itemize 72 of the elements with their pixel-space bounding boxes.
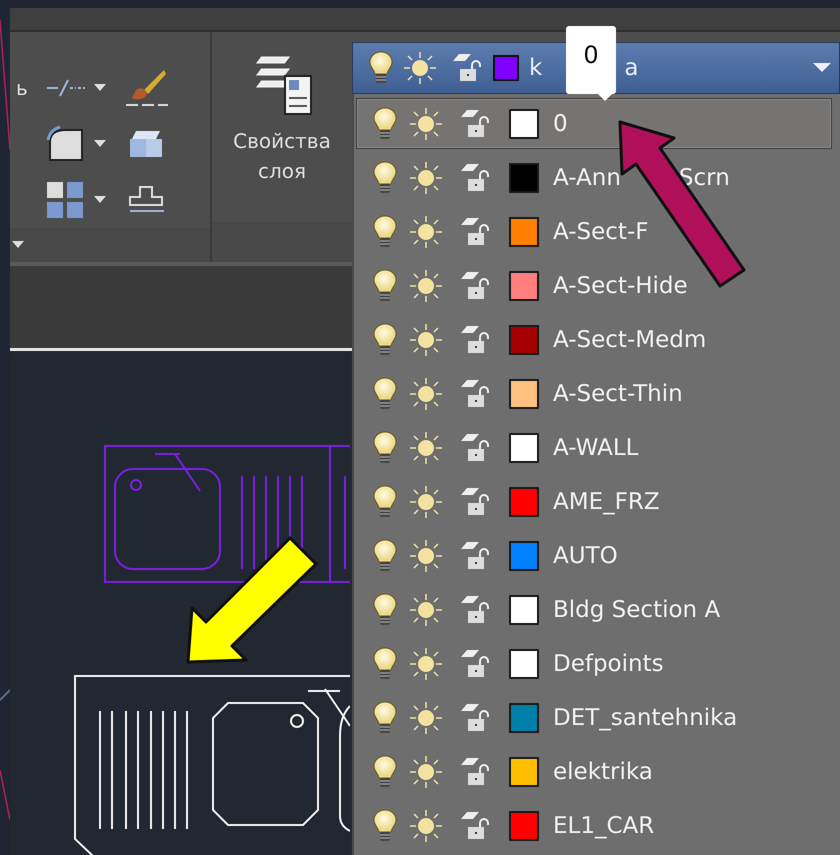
lightbulb-icon[interactable] (373, 376, 397, 410)
layer-list-item[interactable]: EL1_CAR (356, 800, 832, 851)
layer-list-item[interactable]: DET_santehnika (356, 692, 832, 743)
sun-icon[interactable] (409, 646, 443, 680)
layer-name: A-Sect-Thin (553, 380, 683, 406)
layer-name: 0 (553, 110, 568, 136)
caret-icon[interactable] (12, 241, 24, 249)
tooltip: 0 (566, 26, 616, 94)
current-layer-name: a (624, 55, 638, 81)
lightbulb-icon[interactable] (373, 808, 397, 842)
sun-icon[interactable] (409, 106, 443, 140)
layer-list-item[interactable]: AME_FRZ (356, 476, 832, 527)
layer-name: elektrika (553, 758, 653, 784)
layer-name: A-Sect-Medm (553, 326, 706, 352)
layer-list-item[interactable]: A-WALL (356, 422, 832, 473)
lightbulb-icon[interactable] (373, 322, 397, 356)
lightbulb-icon[interactable] (373, 160, 397, 194)
fillet-corner-icon[interactable] (46, 126, 86, 162)
layer-list-item[interactable]: A-Sect-Hide (356, 260, 832, 311)
lightbulb-icon[interactable] (373, 646, 397, 680)
layer-name: A-Sect-Hide (553, 272, 688, 298)
sun-icon[interactable] (409, 700, 443, 734)
caret-icon[interactable] (94, 140, 106, 148)
linetype-icon[interactable] (46, 78, 86, 98)
layer-name: Defpoints (553, 650, 664, 676)
layer-name: Bldg Section A (553, 596, 720, 622)
sun-icon[interactable] (409, 808, 443, 842)
paintbrush-icon[interactable] (126, 68, 168, 108)
caret-icon[interactable] (94, 84, 106, 92)
layer-list-item[interactable]: A-Sect-Medm (356, 314, 832, 365)
layer-list-item[interactable]: A-Sect-Thin (356, 368, 832, 419)
lightbulb-icon[interactable] (373, 592, 397, 626)
lightbulb-icon[interactable] (373, 430, 397, 464)
layer-list-item[interactable]: 0 (356, 98, 832, 149)
layer-list-item[interactable]: AUTO (356, 530, 832, 581)
sun-icon[interactable] (409, 754, 443, 788)
layer-list-item[interactable]: Defpoints (356, 638, 832, 689)
lightbulb-icon[interactable] (373, 214, 397, 248)
layer-name: A-WALL (553, 434, 638, 460)
lightbulb-icon[interactable] (369, 51, 393, 85)
block-grid-icon[interactable] (46, 181, 86, 219)
layer-name: EL1_CAR (553, 812, 654, 838)
sun-icon[interactable] (409, 430, 443, 464)
sun-icon[interactable] (409, 592, 443, 626)
sun-icon[interactable] (409, 322, 443, 356)
sun-icon[interactable] (409, 160, 443, 194)
lightbulb-icon[interactable] (373, 700, 397, 734)
sun-icon[interactable] (409, 214, 443, 248)
current-layer-name: k (529, 55, 542, 81)
sun-icon[interactable] (409, 376, 443, 410)
sun-icon[interactable] (409, 538, 443, 572)
caret-icon[interactable] (94, 196, 106, 204)
layer-list-item[interactable]: elektrika (356, 746, 832, 797)
lightbulb-icon[interactable] (373, 484, 397, 518)
layer-list-item[interactable]: Bldg Section A (356, 584, 832, 635)
sun-icon[interactable] (403, 51, 437, 85)
ribbon-label: ь (16, 76, 29, 100)
lightbulb-icon[interactable] (373, 268, 397, 302)
sun-icon[interactable] (409, 268, 443, 302)
layer-name: A-Sect-F (553, 218, 648, 244)
tooltip-pointer (596, 92, 614, 101)
lightbulb-icon[interactable] (373, 538, 397, 572)
layer-name: AUTO (553, 542, 618, 568)
lightbulb-icon[interactable] (373, 754, 397, 788)
dropdown-caret-icon[interactable] (813, 63, 831, 73)
lightbulb-icon[interactable] (373, 106, 397, 140)
layer-list-item[interactable]: A-Sect-F (356, 206, 832, 257)
layer-name: DET_santehnika (553, 704, 738, 730)
sun-icon[interactable] (409, 484, 443, 518)
layer-name: A-Ann (553, 164, 621, 190)
layer-name: AME_FRZ (553, 488, 660, 514)
layer-properties-button[interactable]: Свойства слоя (217, 126, 347, 186)
